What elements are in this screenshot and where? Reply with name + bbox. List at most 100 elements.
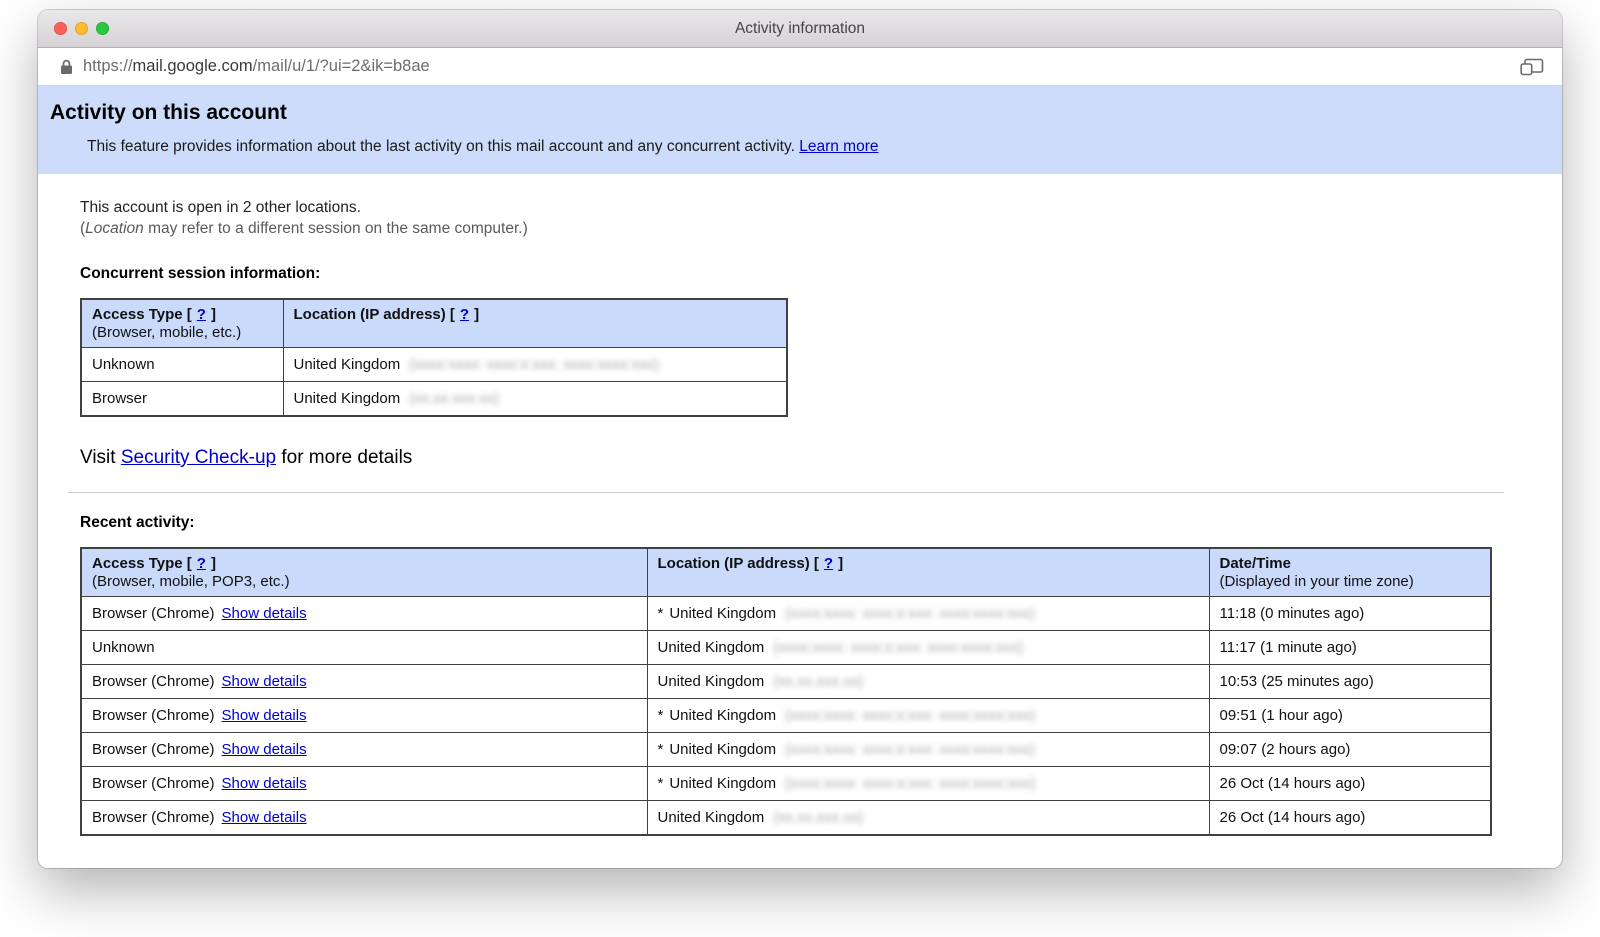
header-label: Access Type [ [92, 555, 192, 572]
show-details-link[interactable]: Show details [222, 707, 307, 724]
table-row: Browser (Chrome) Show details * United Kin… [81, 597, 1491, 631]
access-type-header: Access Type [?] (Browser, mobile, etc.) [81, 299, 283, 348]
security-checkup-link[interactable]: Security Check-up [121, 447, 276, 468]
header-bracket: ] [211, 306, 216, 323]
datetime-header: Date/Time (Displayed in your time zone) [1209, 548, 1491, 597]
help-link[interactable]: ? [197, 306, 206, 323]
location-text: United Kingdom [669, 775, 776, 792]
access-text: Browser (Chrome) [92, 707, 215, 724]
current-session-star: * [658, 741, 664, 758]
titlebar[interactable]: Activity information [38, 10, 1562, 48]
concurrent-session-heading: Concurrent session information: [80, 265, 1528, 283]
table-row: Unknown United Kingdom (xxxx:xxxx: xxxx:x… [81, 631, 1491, 665]
location-text: United Kingdom [658, 639, 765, 656]
redacted-ip: (xxxx:xxxx: xxxx:x:xxx: xxxx:xxxx:xxx) [409, 356, 659, 373]
page-title: Activity on this account [50, 101, 1522, 125]
header-bracket: ] [838, 555, 843, 572]
location-text: United Kingdom [294, 356, 401, 373]
access-type-cell: Browser (Chrome) Show details [81, 665, 647, 699]
location-cell: United Kingdom (xx.xx.xxx.xx) [647, 801, 1209, 836]
location-text: United Kingdom [294, 390, 401, 407]
location-cell: *United Kingdom(xxxx:xxxx: xxxx:x:xxx: x… [647, 699, 1209, 733]
access-text: Browser (Chrome) [92, 605, 215, 622]
concurrent-session-table: Access Type [?] (Browser, mobile, etc.) … [80, 298, 788, 417]
location-text: United Kingdom [669, 605, 776, 622]
security-checkup-text: Visit Security Check-up for more details [80, 447, 1528, 469]
show-details-link[interactable]: Show details [222, 775, 307, 792]
lock-icon [60, 59, 73, 75]
access-text: Browser (Chrome) [92, 673, 215, 690]
show-details-link[interactable]: Show details [222, 673, 307, 690]
datetime-cell: 26 Oct (14 hours ago) [1209, 801, 1491, 836]
traffic-lights [54, 10, 109, 47]
access-type-cell: Browser [81, 382, 283, 417]
access-text: Browser (Chrome) [92, 775, 215, 792]
address-bar[interactable]: https://mail.google.com/mail/u/1/?ui=2&i… [38, 48, 1562, 86]
datetime-cell: 09:07 (2 hours ago) [1209, 733, 1491, 767]
access-text: Browser (Chrome) [92, 809, 215, 826]
url-text[interactable]: https://mail.google.com/mail/u/1/?ui=2&i… [83, 57, 430, 76]
recent-activity-heading: Recent activity: [80, 514, 1528, 532]
redacted-ip: (xxxx:xxxx: xxxx:x:xxx: xxxx:xxxx:xxx) [785, 605, 1035, 622]
access-type-cell: Browser (Chrome) Show details [81, 733, 647, 767]
redacted-ip: (xxxx:xxxx: xxxx:x:xxx: xxxx:xxxx:xxx) [785, 707, 1035, 724]
help-link[interactable]: ? [460, 306, 469, 323]
url-path: /mail/u/1/?ui=2&ik=b8ae [253, 57, 430, 75]
location-header: Location (IP address) [?] [647, 548, 1209, 597]
access-type-subtitle: (Browser, mobile, etc.) [92, 324, 273, 341]
access-text: Unknown [92, 639, 155, 656]
location-cell: United Kingdom (xxxx:xxxx: xxxx:x:xxx: xx… [283, 348, 787, 382]
table-row: Browser (Chrome) Show details *United Kin… [81, 699, 1491, 733]
datetime-subtitle: (Displayed in your time zone) [1220, 573, 1481, 590]
url-scheme: https:// [83, 57, 133, 75]
redacted-ip: (xxxx:xxxx: xxxx:x:xxx: xxxx:xxxx:xxx) [773, 639, 1023, 656]
browser-window: Activity information https://mail.google… [38, 10, 1562, 868]
location-note: (Location may refer to a different sessi… [80, 220, 1528, 238]
divider [68, 492, 1504, 493]
note-italic: Location [85, 220, 144, 237]
redacted-ip: (xx.xx.xxx.xx) [773, 809, 863, 826]
location-text: United Kingdom [658, 809, 765, 826]
note-rest: may refer to a different session on the … [144, 220, 528, 237]
show-details-link[interactable]: Show details [222, 809, 307, 826]
windows-overlap-icon[interactable] [1520, 58, 1544, 76]
window-title: Activity information [735, 20, 865, 38]
location-text: United Kingdom [658, 673, 765, 690]
header-label: Location (IP address) [ [294, 306, 455, 323]
page-description: This feature provides information about … [87, 138, 1522, 156]
current-session-star: * [658, 605, 664, 622]
access-type-header: Access Type [?] (Browser, mobile, POP3, … [81, 548, 647, 597]
zoom-button[interactable] [96, 22, 109, 35]
learn-more-link[interactable]: Learn more [799, 138, 878, 155]
header-bracket: ] [211, 555, 216, 572]
access-text: Browser (Chrome) [92, 741, 215, 758]
help-link[interactable]: ? [197, 555, 206, 572]
url-domain: mail.google.com [133, 57, 253, 75]
header-bracket: ] [474, 306, 479, 323]
table-row: Unknown United Kingdom (xxxx:xxxx: xxxx:x… [81, 348, 787, 382]
access-type-cell: Browser (Chrome) Show details [81, 801, 647, 836]
access-type-subtitle: (Browser, mobile, POP3, etc.) [92, 573, 637, 590]
minimize-button[interactable] [75, 22, 88, 35]
redacted-ip: (xxxx:xxxx: xxxx:x:xxx: xxxx:xxxx:xxx) [785, 741, 1035, 758]
show-details-link[interactable]: Show details [222, 741, 307, 758]
access-type-cell: Browser (Chrome) Show details [81, 699, 647, 733]
header-label: Date/Time [1220, 555, 1481, 572]
current-session-star: * [658, 707, 664, 724]
table-row: Browser (Chrome) Show details United King… [81, 801, 1491, 836]
close-button[interactable] [54, 22, 67, 35]
show-details-link[interactable]: Show details [222, 605, 307, 622]
table-row: Browser United Kingdom(xx.xx.xxx.xx) [81, 382, 787, 417]
access-type-cell: Browser (Chrome) Show details [81, 767, 647, 801]
datetime-cell: 09:51 (1 hour ago) [1209, 699, 1491, 733]
datetime-cell: 10:53 (25 minutes ago) [1209, 665, 1491, 699]
header-label: Access Type [ [92, 306, 192, 323]
datetime-cell: 26 Oct (14 hours ago) [1209, 767, 1491, 801]
location-header: Location (IP address) [?] [283, 299, 787, 348]
access-type-cell: Unknown [81, 348, 283, 382]
table-row: Browser (Chrome)Show details *United Kin… [81, 733, 1491, 767]
visit-suffix: for more details [276, 447, 412, 468]
location-cell: * United Kingdom (xxxx:xxxx: xxxx:x:xxx: x… [647, 597, 1209, 631]
location-cell: *United Kingdom(xxxx:xxxx: xxxx:x:xxx: x… [647, 767, 1209, 801]
help-link[interactable]: ? [824, 555, 833, 572]
